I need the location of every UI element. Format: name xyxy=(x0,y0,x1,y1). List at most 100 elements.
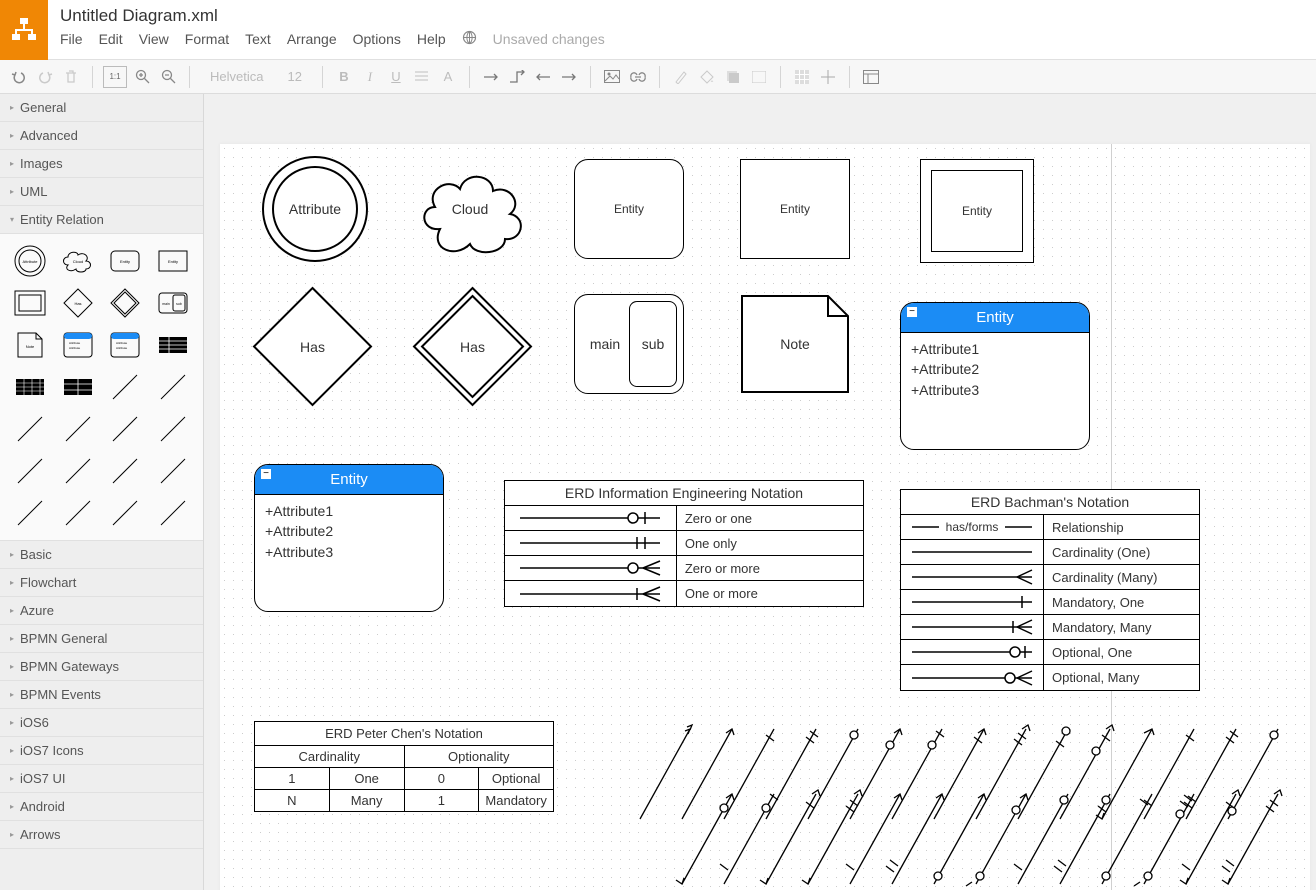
menu-view[interactable]: View xyxy=(139,31,169,47)
palette-dark-table[interactable] xyxy=(151,326,195,364)
section-images[interactable]: Images xyxy=(0,150,203,178)
menu-edit[interactable]: Edit xyxy=(99,31,123,47)
palette-entity[interactable]: Entity xyxy=(151,242,195,280)
palette-dark-grid2[interactable] xyxy=(56,368,100,406)
shape-main-sub[interactable]: main sub xyxy=(574,294,684,394)
diagram-canvas[interactable]: Attribute Cloud Entity Entity Entity xyxy=(220,144,1310,890)
globe-icon[interactable] xyxy=(462,30,477,48)
menu-help[interactable]: Help xyxy=(417,31,446,47)
section-azure[interactable]: Azure xyxy=(0,597,203,625)
palette-main-sub[interactable]: mainsub xyxy=(151,284,195,322)
palette-line4[interactable] xyxy=(56,410,100,448)
shape-attribute[interactable]: Attribute xyxy=(260,154,370,264)
actual-size-icon[interactable]: 1:1 xyxy=(103,66,127,88)
palette-line12[interactable] xyxy=(56,494,100,532)
palette-entity-table2[interactable]: AttributeAttribute xyxy=(104,326,148,364)
palette-line10[interactable] xyxy=(151,452,195,490)
shape-entity-rounded[interactable]: Entity xyxy=(574,159,684,259)
arrow-right-icon[interactable] xyxy=(480,66,502,88)
app-logo[interactable] xyxy=(0,0,48,60)
shape-label: Attribute xyxy=(260,154,370,264)
palette-line5[interactable] xyxy=(104,410,148,448)
palette-dark-grid[interactable] xyxy=(8,368,52,406)
waypoint-icon[interactable] xyxy=(506,66,528,88)
delete-icon[interactable] xyxy=(60,66,82,88)
section-bpmn-general[interactable]: BPMN General xyxy=(0,625,203,653)
section-ios7-icons[interactable]: iOS7 Icons xyxy=(0,737,203,765)
section-general[interactable]: General xyxy=(0,94,203,122)
gradient-icon[interactable] xyxy=(748,66,770,88)
link-icon[interactable] xyxy=(627,66,649,88)
shape-cloud[interactable]: Cloud xyxy=(415,159,525,259)
menu-arrange[interactable]: Arrange xyxy=(287,31,337,47)
shape-entity-frame[interactable]: Entity xyxy=(920,159,1034,263)
menu-format[interactable]: Format xyxy=(185,31,229,47)
shape-has[interactable]: Has xyxy=(250,284,375,409)
fill-color-icon[interactable] xyxy=(696,66,718,88)
palette-line6[interactable] xyxy=(151,410,195,448)
palette-has-double[interactable] xyxy=(104,284,148,322)
bold-icon[interactable]: B xyxy=(333,66,355,88)
line-color-icon[interactable] xyxy=(670,66,692,88)
shape-entity-block-top[interactable]: Entity +Attribute1 +Attribute2 +Attribut… xyxy=(900,302,1090,450)
palette-frame[interactable] xyxy=(8,284,52,322)
section-ios7-ui[interactable]: iOS7 UI xyxy=(0,765,203,793)
shadow-icon[interactable] xyxy=(722,66,744,88)
arrow-left-icon[interactable] xyxy=(532,66,554,88)
palette-line3[interactable] xyxy=(8,410,52,448)
palette-line9[interactable] xyxy=(104,452,148,490)
table-ie-notation[interactable]: ERD Information Engineering Notation Zer… xyxy=(504,480,864,607)
section-uml[interactable]: UML xyxy=(0,178,203,206)
layout-icon[interactable] xyxy=(860,66,882,88)
undo-icon[interactable] xyxy=(8,66,30,88)
section-advanced[interactable]: Advanced xyxy=(0,122,203,150)
section-basic[interactable]: Basic xyxy=(0,541,203,569)
section-arrows[interactable]: Arrows xyxy=(0,821,203,849)
italic-icon[interactable]: I xyxy=(359,66,381,88)
palette-line13[interactable] xyxy=(104,494,148,532)
connector-lines-bottom[interactable] xyxy=(630,784,1290,890)
shape-note[interactable]: Note xyxy=(740,294,850,394)
menu-file[interactable]: File xyxy=(60,31,83,47)
underline-icon[interactable]: U xyxy=(385,66,407,88)
section-entity-relation[interactable]: Entity Relation xyxy=(0,206,203,234)
document-title[interactable]: Untitled Diagram.xml xyxy=(60,6,1304,26)
palette-entity-table[interactable]: AttributeAttribute xyxy=(56,326,100,364)
svg-text:Attribute: Attribute xyxy=(69,341,81,345)
grid-icon[interactable] xyxy=(791,66,813,88)
font-size[interactable]: 12 xyxy=(277,69,311,84)
palette-note[interactable]: Note xyxy=(8,326,52,364)
menu-text[interactable]: Text xyxy=(245,31,271,47)
section-bpmn-gateways[interactable]: BPMN Gateways xyxy=(0,653,203,681)
palette-line2[interactable] xyxy=(151,368,195,406)
palette-line14[interactable] xyxy=(151,494,195,532)
arrow-right2-icon[interactable] xyxy=(558,66,580,88)
palette-attribute[interactable]: Attribute xyxy=(8,242,52,280)
palette-line11[interactable] xyxy=(8,494,52,532)
palette-line1[interactable] xyxy=(104,368,148,406)
menu-options[interactable]: Options xyxy=(353,31,401,47)
palette-line8[interactable] xyxy=(56,452,100,490)
section-flowchart[interactable]: Flowchart xyxy=(0,569,203,597)
redo-icon[interactable] xyxy=(34,66,56,88)
align-icon[interactable] xyxy=(411,66,433,88)
font-color-icon[interactable]: A xyxy=(437,66,459,88)
guides-icon[interactable] xyxy=(817,66,839,88)
shape-entity-block-left[interactable]: Entity +Attribute1 +Attribute2 +Attribut… xyxy=(254,464,444,612)
section-ios6[interactable]: iOS6 xyxy=(0,709,203,737)
palette-has[interactable]: Has xyxy=(56,284,100,322)
table-bachman-notation[interactable]: ERD Bachman's Notation has/forms Relatio… xyxy=(900,489,1200,691)
zoom-out-icon[interactable] xyxy=(157,66,179,88)
section-android[interactable]: Android xyxy=(0,793,203,821)
palette-entity-rounded[interactable]: Entity xyxy=(104,242,148,280)
section-bpmn-events[interactable]: BPMN Events xyxy=(0,681,203,709)
svg-text:sub: sub xyxy=(176,302,182,306)
shape-entity-square[interactable]: Entity xyxy=(740,159,850,259)
table-chen-notation[interactable]: ERD Peter Chen's Notation Cardinality Op… xyxy=(254,721,554,812)
zoom-in-icon[interactable] xyxy=(131,66,153,88)
shape-has-double[interactable]: Has xyxy=(410,284,535,409)
image-icon[interactable] xyxy=(601,66,623,88)
palette-line7[interactable] xyxy=(8,452,52,490)
palette-cloud[interactable]: Cloud xyxy=(56,242,100,280)
font-name[interactable]: Helvetica xyxy=(200,69,273,84)
